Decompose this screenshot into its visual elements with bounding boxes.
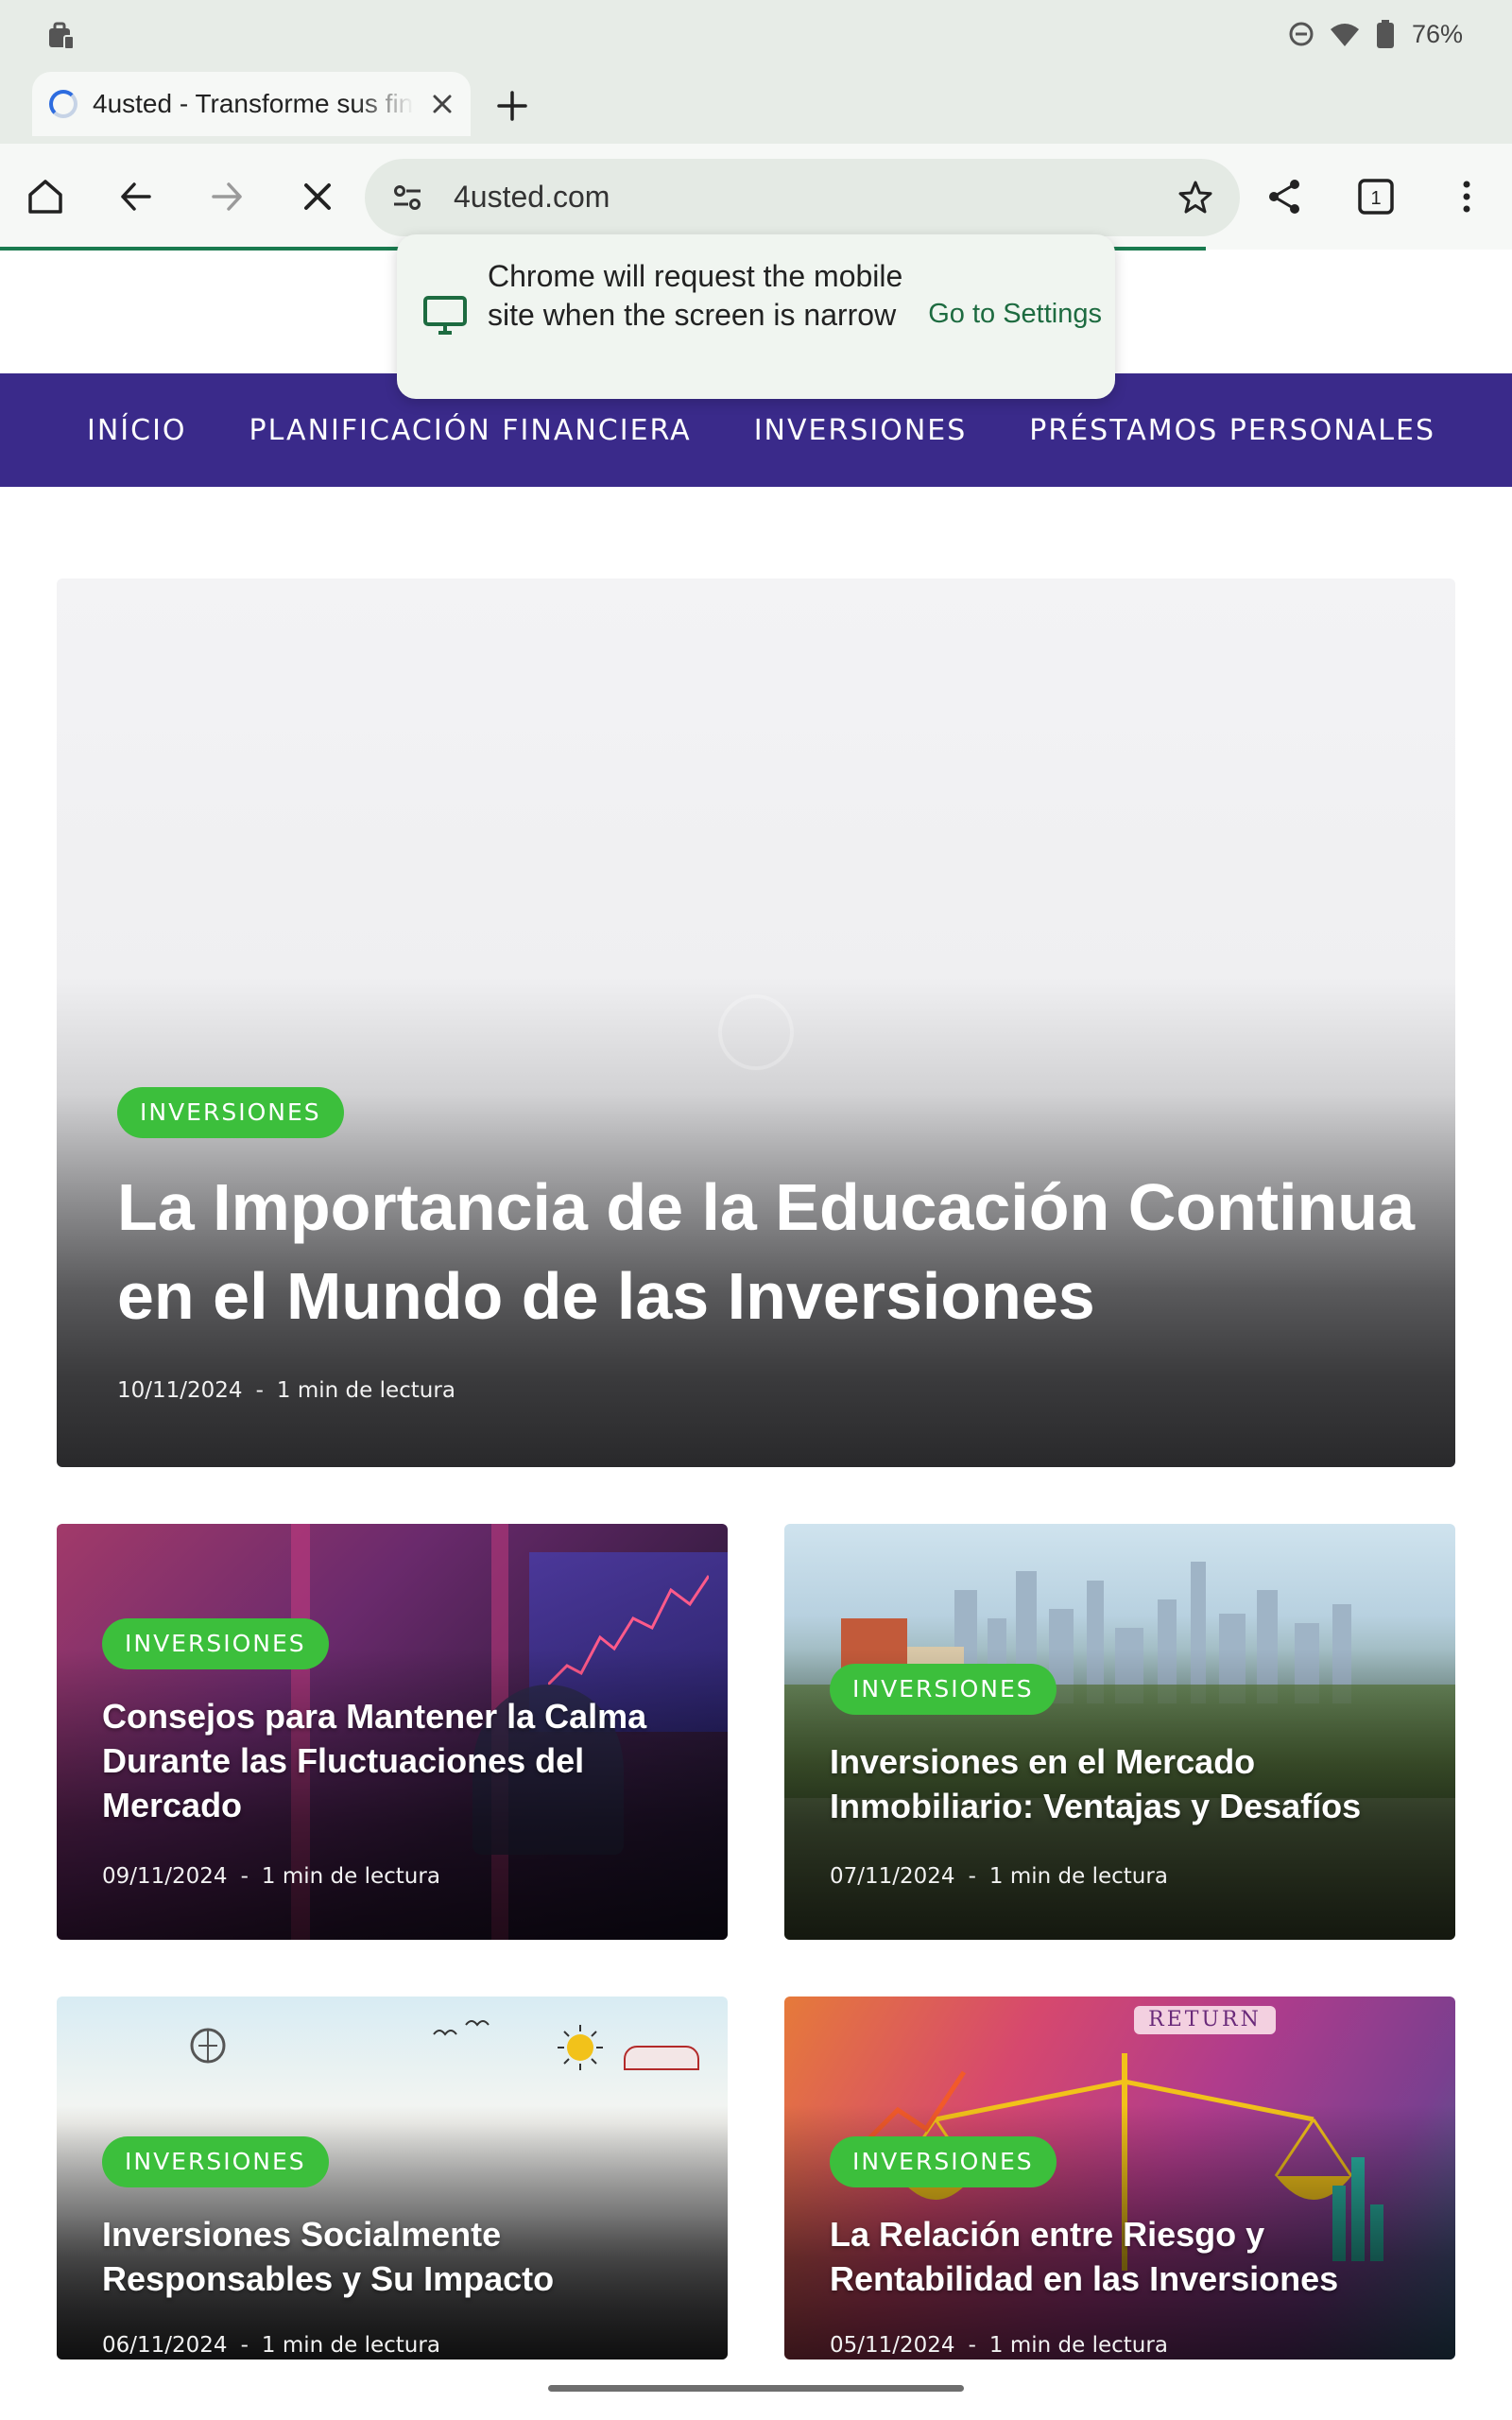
forward-arrow-icon[interactable] (200, 170, 253, 223)
site-settings-icon[interactable] (389, 180, 425, 216)
gesture-home-indicator[interactable] (548, 2385, 964, 2392)
nav-item-inicio[interactable]: INÍCIO (87, 414, 187, 447)
article-card[interactable]: INVERSIONES Consejos para Mantener la Ca… (57, 1524, 728, 1940)
article-card[interactable]: INVERSIONES Inversiones en el Mercado In… (784, 1524, 1455, 1940)
article-card[interactable]: RETURN INVERSIONES La Relación entre Rie… (784, 1996, 1455, 2360)
battery-icon (1374, 18, 1399, 50)
desktop-monitor-icon (421, 291, 469, 338)
article-meta: 05/11/2024-1 min de lectura (830, 2333, 1168, 2358)
article-read-time: 1 min de lectura (261, 1864, 440, 1889)
article-date: 07/11/2024 (830, 1864, 955, 1889)
article-meta: 09/11/2024-1 min de lectura (102, 1864, 440, 1889)
bookmark-star-icon[interactable] (1176, 178, 1215, 217)
share-icon[interactable] (1259, 170, 1312, 223)
category-badge[interactable]: INVERSIONES (830, 1664, 1057, 1715)
close-tab-icon[interactable] (427, 89, 457, 119)
article-meta: 10/11/2024-1 min de lectura (117, 1378, 455, 1403)
back-arrow-icon[interactable] (110, 170, 163, 223)
wifi-icon (1329, 20, 1361, 48)
category-badge[interactable]: INVERSIONES (102, 2136, 329, 2187)
desktop-site-popup: Chrome will request the mobile site when… (397, 234, 1115, 399)
article-date: 09/11/2024 (102, 1864, 228, 1889)
meta-separator: - (968, 2333, 976, 2358)
nav-item-inversiones[interactable]: INVERSIONES (754, 414, 968, 447)
loading-placeholder-icon (718, 994, 794, 1070)
sun-image-icon (556, 2023, 605, 2072)
article-title[interactable]: Inversiones Socialmente Responsables y S… (102, 2212, 688, 2301)
more-menu-icon[interactable] (1440, 170, 1493, 223)
address-bar[interactable]: 4usted.com (365, 159, 1240, 236)
birds-image-icon (430, 2015, 506, 2044)
nav-item-planificacion-financiera[interactable]: PLANIFICACIÓN FINANCIERA (249, 414, 692, 447)
category-badge[interactable]: INVERSIONES (117, 1087, 344, 1138)
category-badge[interactable]: INVERSIONES (102, 1618, 329, 1669)
stop-loading-icon[interactable] (291, 170, 344, 223)
tab-count: 1 (1370, 188, 1381, 209)
article-date: 05/11/2024 (830, 2333, 955, 2358)
article-read-time: 1 min de lectura (261, 2333, 440, 2358)
article-meta: 07/11/2024-1 min de lectura (830, 1864, 1168, 1889)
home-icon[interactable] (19, 170, 72, 223)
article-meta: 06/11/2024-1 min de lectura (102, 2333, 440, 2358)
do-not-disturb-icon (1287, 20, 1315, 48)
url-text[interactable]: 4usted.com (454, 180, 610, 215)
browser-tab[interactable]: 4usted - Transforme sus finanzas (32, 72, 471, 136)
article-read-time: 1 min de lectura (276, 1378, 455, 1403)
tab-switcher-button[interactable]: 1 (1349, 170, 1402, 223)
battery-percent: 76% (1411, 19, 1463, 48)
featured-article-card[interactable]: INVERSIONES La Importancia de la Educaci… (57, 579, 1455, 1467)
building-image-icon (624, 2046, 699, 2070)
article-read-time: 1 min de lectura (988, 2333, 1168, 2358)
meta-separator: - (968, 1864, 976, 1889)
return-image-label: RETURN (1134, 2006, 1276, 2034)
tab-title: 4usted - Transforme sus finanzas (93, 89, 414, 118)
article-title[interactable]: Consejos para Mantener la Calma Durante … (102, 1694, 688, 1827)
article-read-time: 1 min de lectura (988, 1864, 1168, 1889)
go-to-settings-link[interactable]: Go to Settings (928, 299, 1102, 330)
article-title[interactable]: Inversiones en el Mercado Inmobiliario: … (830, 1739, 1416, 1828)
article-date: 06/11/2024 (102, 2333, 228, 2358)
meta-separator: - (255, 1378, 264, 1403)
popup-message: Chrome will request the mobile site when… (488, 259, 903, 332)
article-title[interactable]: La Relación entre Riesgo y Rentabilidad … (830, 2212, 1416, 2301)
new-tab-plus-icon[interactable] (491, 85, 533, 127)
article-date: 10/11/2024 (117, 1378, 243, 1403)
lightbulb-image-icon (185, 2025, 231, 2070)
featured-article-title[interactable]: La Importancia de la Educación Continua … (117, 1163, 1421, 1340)
loading-spinner-icon (49, 90, 77, 118)
tab-strip: 4usted - Transforme sus finanzas (0, 68, 1512, 144)
status-bar: 76% (0, 0, 1512, 68)
work-profile-icon (45, 19, 77, 51)
meta-separator: - (240, 1864, 249, 1889)
nav-item-prestamos-personales[interactable]: PRÉSTAMOS PERSONALES (1029, 414, 1435, 447)
category-badge[interactable]: INVERSIONES (830, 2136, 1057, 2187)
article-card[interactable]: INVERSIONES Inversiones Socialmente Resp… (57, 1996, 728, 2360)
meta-separator: - (240, 2333, 249, 2358)
